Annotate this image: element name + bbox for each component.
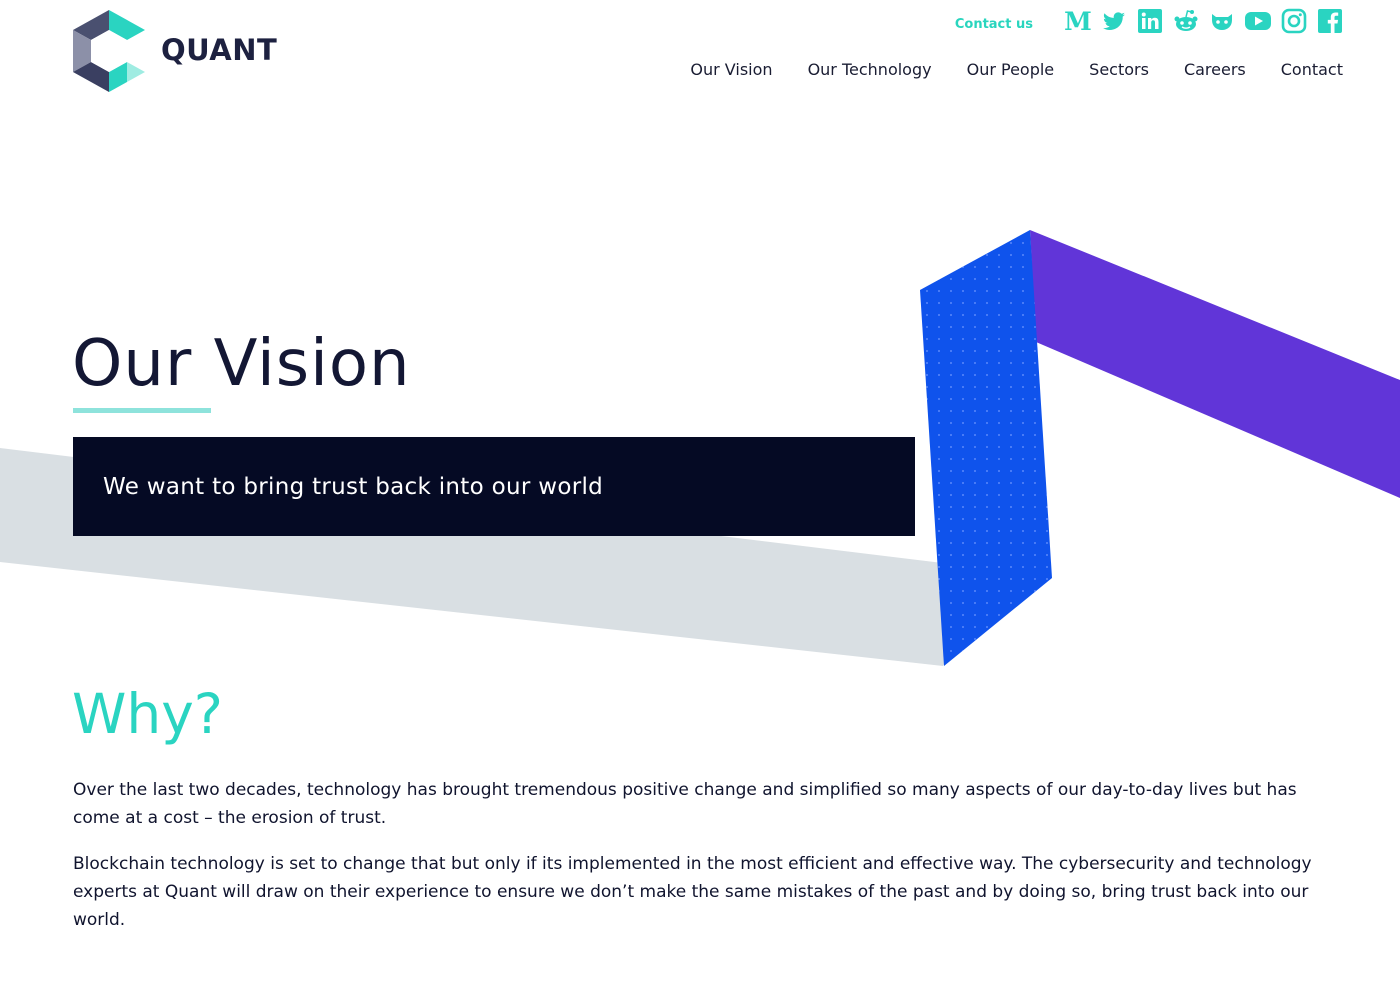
nav-our-vision[interactable]: Our Vision — [690, 60, 772, 79]
svg-text:M: M — [1065, 8, 1091, 34]
nav-careers[interactable]: Careers — [1184, 60, 1246, 79]
top-utility-bar: Contact us M — [955, 8, 1343, 34]
why-heading: Why? — [72, 682, 223, 746]
facebook-icon[interactable] — [1317, 8, 1343, 34]
main-nav: Our Vision Our Technology Our People Sec… — [655, 60, 1343, 79]
nav-our-technology[interactable]: Our Technology — [808, 60, 932, 79]
quant-logo[interactable]: QUANT — [73, 10, 277, 92]
youtube-icon[interactable] — [1245, 8, 1271, 34]
instagram-icon[interactable] — [1281, 8, 1307, 34]
why-paragraph-1: Over the last two decades, technology ha… — [73, 780, 1297, 828]
github-icon[interactable] — [1209, 8, 1235, 34]
contact-us-link[interactable]: Contact us — [955, 17, 1033, 32]
title-underline — [73, 408, 211, 413]
twitter-icon[interactable] — [1101, 8, 1127, 34]
medium-icon[interactable]: M — [1065, 8, 1091, 34]
nav-sectors[interactable]: Sectors — [1089, 60, 1149, 79]
linkedin-icon[interactable] — [1137, 8, 1163, 34]
why-body: Over the last two decades, technology ha… — [73, 776, 1343, 952]
page-title: Our Vision — [72, 327, 411, 401]
quant-cube-icon — [73, 10, 145, 92]
nav-our-people[interactable]: Our People — [967, 60, 1055, 79]
mission-banner: We want to bring trust back into our wor… — [73, 437, 915, 536]
reddit-icon[interactable] — [1173, 8, 1199, 34]
brand-name: QUANT — [161, 33, 278, 67]
purple-ribbon — [1030, 230, 1400, 498]
mission-statement: We want to bring trust back into our wor… — [103, 473, 604, 500]
nav-contact[interactable]: Contact — [1281, 60, 1343, 79]
why-paragraph-2: Blockchain technology is set to change t… — [73, 854, 1312, 930]
